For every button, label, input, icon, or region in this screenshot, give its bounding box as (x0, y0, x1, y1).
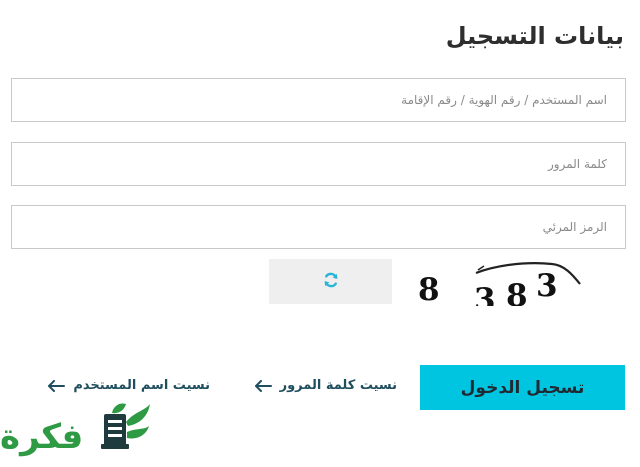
book-icon (101, 403, 150, 449)
username-input[interactable] (12, 79, 625, 121)
captcha-char-1: 8 (418, 272, 440, 306)
password-field[interactable] (11, 142, 626, 186)
captcha-noise-line (475, 262, 581, 285)
forgot-password-label: نسيت كلمة المرور (279, 378, 397, 393)
logo-graphic: فكرة (0, 403, 150, 457)
forgot-username-label: نسيت اسم المستخدم (73, 378, 210, 393)
refresh-captcha-button[interactable] (269, 259, 392, 304)
arrow-left-icon (47, 379, 66, 392)
captcha-char-2: 3 (474, 282, 496, 306)
refresh-icon (323, 272, 339, 292)
captcha-input[interactable] (12, 206, 625, 248)
logo-text: فكرة (0, 417, 83, 457)
brand-logo: فكرة (0, 400, 155, 463)
page-title: بيانات التسجيل (445, 22, 624, 50)
captcha-char-3: 8 (506, 278, 528, 306)
login-button[interactable]: تسجيل الدخول (420, 365, 625, 410)
forgot-username-link[interactable]: نسيت اسم المستخدم (47, 378, 210, 393)
forgot-password-link[interactable]: نسيت كلمة المرور (254, 378, 397, 393)
captcha-graphic: 8 3 8 3 (418, 262, 581, 306)
password-input[interactable] (12, 143, 625, 185)
arrow-left-icon (254, 379, 272, 392)
username-field[interactable] (11, 78, 626, 122)
captcha-field[interactable] (11, 205, 626, 249)
captcha-image: 8 3 8 3 (414, 256, 586, 306)
captcha-char-4: 3 (536, 268, 558, 304)
captcha-characters: 8 3 8 3 (418, 268, 558, 306)
